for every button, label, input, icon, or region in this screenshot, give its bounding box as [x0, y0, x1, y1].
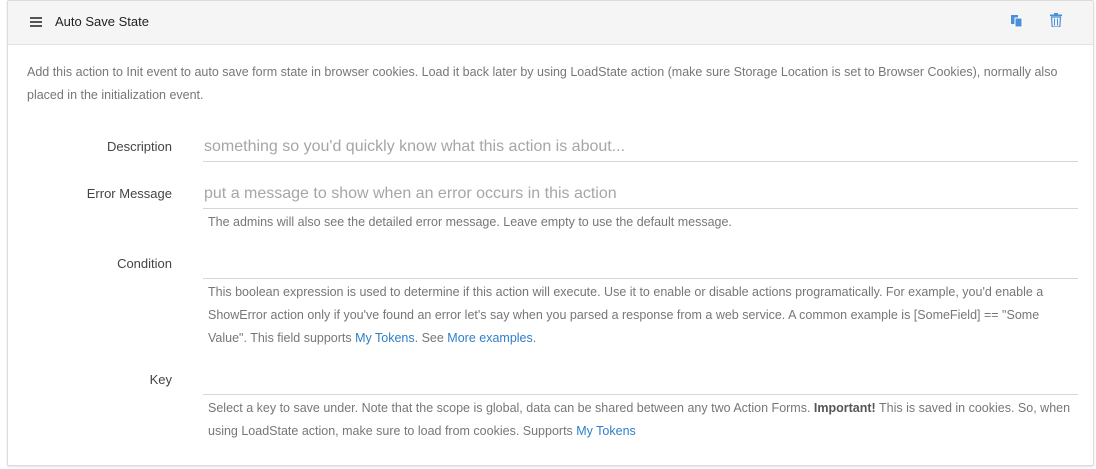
- key-input[interactable]: [203, 365, 1078, 395]
- error-message-input[interactable]: [203, 179, 1078, 209]
- panel-title: Auto Save State: [55, 14, 149, 29]
- key-help-important: Important!: [813, 401, 876, 415]
- key-help-text: Select a key to save under. Note that th…: [208, 401, 814, 415]
- my-tokens-link[interactable]: My Tokens: [355, 331, 415, 345]
- key-label: Key: [149, 372, 172, 387]
- condition-help: This boolean expression is used to deter…: [208, 281, 1078, 350]
- error-message-label: Error Message: [86, 186, 172, 201]
- condition-input[interactable]: [203, 249, 1078, 279]
- condition-help-end: .: [532, 331, 537, 345]
- copy-documents-icon[interactable]: [1010, 14, 1024, 28]
- key-help: Select a key to save under. Note that th…: [208, 397, 1078, 443]
- action-description-text: Add this action to Init event to auto sa…: [27, 65, 1058, 102]
- more-examples-link[interactable]: More examples: [447, 331, 532, 345]
- condition-help-text: This boolean expression is used to deter…: [208, 285, 1044, 345]
- panel-header: Auto Save State: [8, 1, 1093, 45]
- trash-icon[interactable]: [1050, 13, 1062, 27]
- error-message-help: The admins will also see the detailed er…: [208, 215, 732, 229]
- description-label: Description: [106, 139, 172, 154]
- key-my-tokens-link[interactable]: My Tokens: [576, 424, 636, 438]
- condition-help-see: . See: [414, 331, 448, 345]
- action-panel: Auto Save State Add this action to Init …: [7, 0, 1094, 466]
- condition-label: Condition: [117, 256, 172, 271]
- description-input[interactable]: [203, 132, 1078, 162]
- hamburger-lines-icon[interactable]: [30, 17, 42, 27]
